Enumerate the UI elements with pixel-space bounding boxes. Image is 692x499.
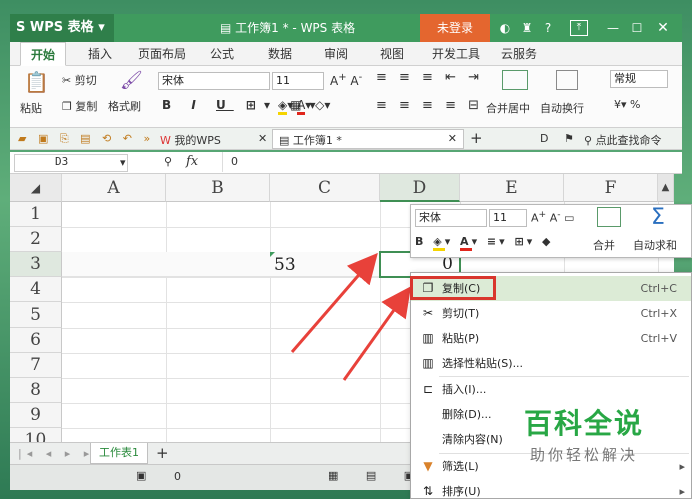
- menu-item-label: 删除(D)...: [442, 408, 492, 421]
- submenu-arrow-icon: ▸: [679, 460, 685, 473]
- watermark-subtitle: 助你轻松解决: [529, 446, 638, 464]
- mini-format-icons[interactable]: B ◈▾ A▾ ≡▾ ⊞▾ ◆: [415, 235, 554, 251]
- insert-icon: ⊏: [422, 382, 434, 396]
- cell-mode-icon: ▣: [136, 469, 147, 482]
- copy-highlight-box: [410, 276, 496, 300]
- menu-item-shortcut: Ctrl+X: [640, 307, 677, 320]
- menu-item-label: 排序(U): [442, 485, 481, 498]
- arrow-to-cell-d3: [290, 252, 378, 353]
- mini-merge-button[interactable]: 合并: [593, 237, 615, 253]
- watermark: 百科全说 助你轻松解决: [504, 402, 664, 472]
- status-sum-value: 0: [174, 470, 181, 483]
- paste-special-icon: ▥: [422, 356, 434, 370]
- mini-autosum-button[interactable]: 自动求和: [633, 237, 677, 253]
- menu-item-label: 清除内容(N): [442, 433, 503, 446]
- add-sheet-button[interactable]: +: [156, 444, 169, 462]
- mini-merge-icon[interactable]: [597, 207, 621, 227]
- mini-font-size-select[interactable]: 11: [489, 209, 527, 227]
- sort-icon: ⇅: [422, 484, 434, 498]
- menu-item-paste-special[interactable]: ▥ 选择性粘贴(S)...: [411, 351, 691, 376]
- menu-item-insert[interactable]: ⊏ 插入(I)...: [411, 377, 691, 402]
- paste-icon: ▥: [422, 331, 434, 345]
- arrow-to-copy-item: [342, 286, 411, 381]
- mini-font-name-select[interactable]: 宋体: [415, 209, 487, 227]
- mini-toolbar: 宋体 11 A+ A- ▭ B ◈▾ A▾ ≡▾ ⊞▾ ◆ 合并 Σ 自动求和: [410, 204, 692, 258]
- menu-item-cut[interactable]: ✂ 剪切(T) Ctrl+X: [411, 301, 691, 326]
- watermark-title: 百科全说: [523, 407, 644, 440]
- cut-icon: ✂: [422, 306, 434, 320]
- menu-item-paste[interactable]: ▥ 粘贴(P) Ctrl+V: [411, 326, 691, 351]
- menu-item-label: 筛选(L): [442, 460, 479, 473]
- menu-item-sort[interactable]: ⇅ 排序(U) ▸: [411, 479, 691, 499]
- menu-item-label: 粘贴(P): [442, 332, 480, 345]
- sum-icon[interactable]: Σ: [651, 205, 665, 230]
- mini-font-grow-icon[interactable]: A+ A- ▭: [531, 209, 574, 225]
- menu-item-label: 剪切(T): [442, 307, 480, 320]
- menu-item-shortcut: Ctrl+V: [640, 332, 677, 345]
- sheet-tab-1[interactable]: 工作表1: [90, 443, 148, 464]
- menu-item-shortcut: Ctrl+C: [640, 282, 677, 295]
- filter-icon: ▼: [423, 459, 433, 473]
- menu-item-label: 选择性粘贴(S)...: [442, 357, 524, 370]
- submenu-arrow-icon: ▸: [679, 485, 685, 498]
- menu-item-label: 插入(I)...: [442, 383, 487, 396]
